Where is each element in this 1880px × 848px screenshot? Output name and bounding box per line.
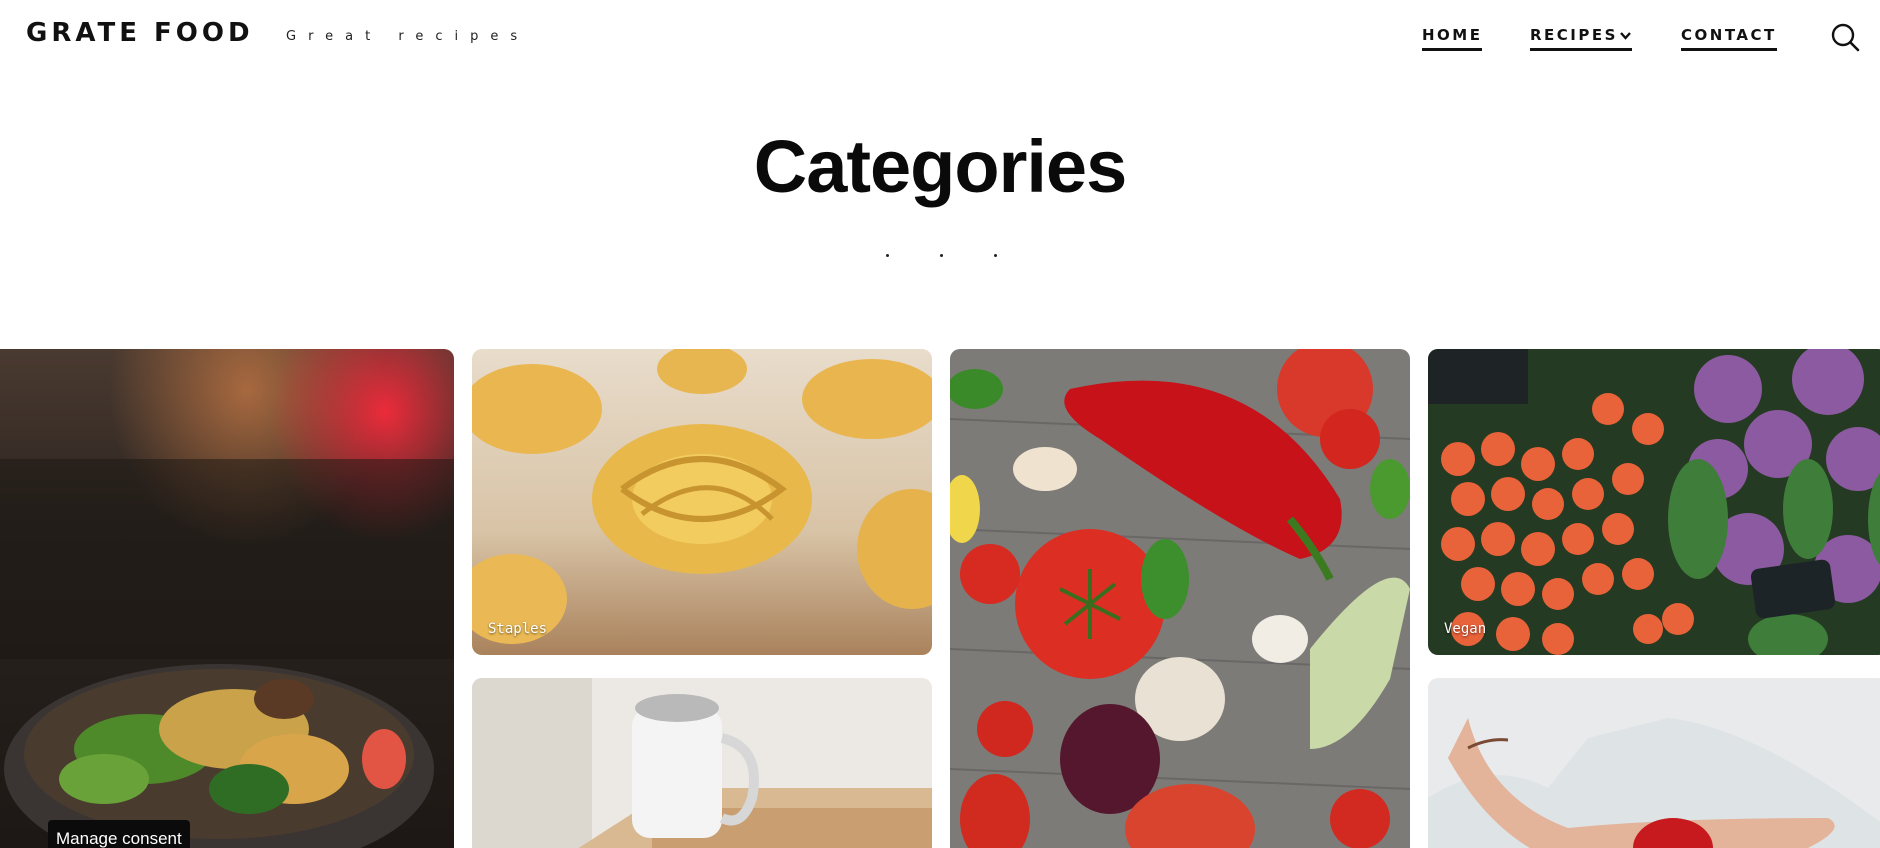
hand-fruit-image bbox=[1428, 678, 1880, 848]
manage-consent-button[interactable]: Manage consent bbox=[48, 820, 190, 848]
salad-bowl-image bbox=[0, 349, 454, 848]
nav-recipes-label: RECIPES bbox=[1530, 26, 1618, 44]
pasta-nests-image bbox=[472, 349, 932, 655]
market-produce-image bbox=[1428, 349, 1880, 655]
divider-dot bbox=[994, 254, 997, 257]
nav-home[interactable]: HOME bbox=[1422, 26, 1483, 51]
card-label-staples: Staples bbox=[488, 621, 548, 637]
vegetables-image bbox=[950, 349, 1410, 848]
search-icon[interactable] bbox=[1830, 22, 1860, 52]
nav-recipes[interactable]: RECIPES bbox=[1530, 26, 1632, 51]
nav-contact[interactable]: CONTACT bbox=[1681, 26, 1777, 51]
nav-home-label: HOME bbox=[1422, 26, 1483, 44]
site-header: GRATE FOOD Great recipes HOME RECIPES CO… bbox=[0, 0, 1880, 76]
teapot-image bbox=[472, 678, 932, 848]
divider-dot bbox=[940, 254, 943, 257]
page-title: Categories bbox=[753, 125, 1127, 208]
category-card-vegetables[interactable] bbox=[950, 349, 1410, 848]
card-label-vegan: Vegan bbox=[1444, 621, 1487, 637]
chevron-down-icon bbox=[1620, 31, 1631, 40]
category-card-fruit[interactable] bbox=[1428, 678, 1880, 848]
nav-contact-label: CONTACT bbox=[1681, 26, 1777, 44]
category-card-tea[interactable] bbox=[472, 678, 932, 848]
main-nav: HOME RECIPES CONTACT bbox=[0, 26, 1880, 56]
divider-dot bbox=[886, 254, 889, 257]
title-divider-dots bbox=[0, 254, 1880, 260]
category-card-vegan[interactable]: Vegan bbox=[1428, 349, 1880, 655]
category-card-salad[interactable] bbox=[0, 349, 454, 848]
category-card-staples[interactable]: Staples bbox=[472, 349, 932, 655]
